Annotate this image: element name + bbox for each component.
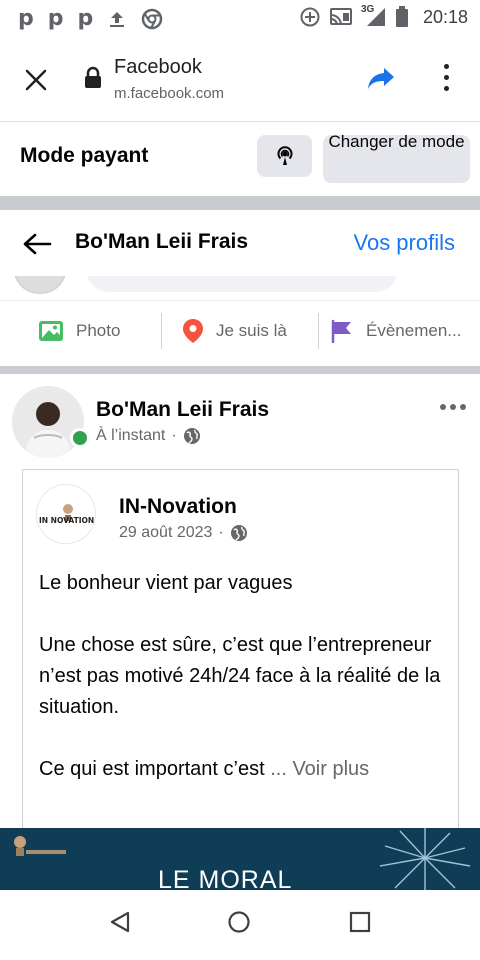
composer-actions: Photo Je suis là Évènemen...: [0, 300, 480, 360]
battery-icon: [395, 6, 408, 27]
dot-icon: [443, 86, 449, 91]
page-header: Bo'Man Leii Frais Vos profils: [0, 210, 480, 276]
overflow-menu-button[interactable]: [440, 64, 452, 96]
signal-indicator: 3G: [361, 4, 387, 28]
shared-post-card[interactable]: IN NOVATION IN-Novation 29 août 2023 · L…: [22, 469, 459, 829]
share-arrow-icon: [368, 68, 394, 89]
back-button[interactable]: [22, 232, 52, 261]
author-avatar[interactable]: [12, 386, 84, 458]
page-title: Bo'Man Leii Frais: [75, 230, 249, 253]
nav-recents-button[interactable]: [348, 910, 372, 939]
dot-icon: [443, 64, 449, 69]
location-pin-icon: [183, 319, 203, 343]
share-button[interactable]: [366, 66, 396, 97]
signal-icon: [366, 8, 385, 26]
shared-page-avatar[interactable]: IN NOVATION: [36, 484, 96, 544]
notification-p-icon: p: [77, 6, 94, 31]
dot-icon: [443, 75, 449, 80]
site-title: Facebook: [114, 56, 202, 78]
back-arrow-icon: [23, 233, 52, 255]
globe-icon: [183, 428, 200, 444]
system-navigation-bar: [0, 890, 480, 960]
globe-icon: [230, 525, 247, 541]
triangle-back-icon: [110, 911, 130, 933]
lock-icon[interactable]: [84, 66, 102, 95]
checkin-label: Je suis là: [216, 321, 287, 340]
post-paragraph: Une chose est sûre, c’est que l’entrepre…: [39, 634, 441, 718]
banner-logo-icon: [14, 836, 66, 856]
post-options-button[interactable]: [440, 404, 466, 410]
broadcast-icon: [277, 146, 292, 165]
your-profiles-link[interactable]: Vos profils: [354, 230, 456, 256]
post-time[interactable]: À l’instant: [96, 427, 165, 445]
flag-icon: [331, 319, 351, 343]
post-paragraph: Le bonheur vient par vagues: [39, 572, 293, 594]
close-icon: [25, 69, 47, 91]
notification-p-icon: p: [18, 6, 34, 31]
meta-separator: ·: [218, 524, 224, 541]
data-mode-bar: Mode payant Changer de mode: [0, 122, 480, 196]
post-author-name[interactable]: Bo'Man Leii Frais: [96, 398, 269, 422]
notification-p-icon: p: [47, 6, 64, 31]
status-bar: p p p 3G 20:18: [0, 0, 480, 36]
online-status-icon: [70, 428, 90, 448]
photo-icon: [39, 321, 63, 341]
circle-home-icon: [228, 911, 250, 933]
system-icons: 3G 20:18: [299, 4, 468, 28]
sunburst-icon: [379, 828, 471, 890]
section-divider: [0, 196, 480, 210]
post-image-banner[interactable]: LE MORAL: [0, 828, 480, 890]
photo-button[interactable]: Photo: [38, 313, 120, 349]
post-paragraph: Ce qui est important c’est: [39, 758, 265, 780]
notification-icons: p p p: [18, 6, 163, 31]
shared-post-text: Le bonheur vient par vagues Une chose es…: [39, 568, 449, 785]
divider: [318, 313, 319, 349]
site-url: m.facebook.com: [114, 85, 225, 102]
dot-icon: [450, 404, 456, 410]
composer-input[interactable]: [86, 276, 398, 292]
meta-separator: ·: [171, 427, 177, 444]
see-more-link[interactable]: ... Voir plus: [270, 758, 369, 780]
dot-icon: [460, 404, 466, 410]
profile-photo-icon: [12, 386, 84, 458]
upload-icon: [110, 11, 125, 27]
clock: 20:18: [422, 6, 468, 27]
event-label: Évènemen...: [366, 321, 462, 340]
composer-avatar[interactable]: [14, 276, 66, 294]
shared-post-meta: 29 août 2023 ·: [119, 524, 248, 542]
mode-title: Mode payant: [20, 144, 149, 167]
data-saver-icon: [300, 7, 320, 27]
banner-title: LE MORAL: [158, 866, 293, 890]
cast-icon: [329, 8, 352, 26]
post-paragraph-last: Ce qui est important c’est ... Voir plus: [39, 754, 449, 785]
square-recents-icon: [349, 911, 371, 933]
dot-icon: [440, 404, 446, 410]
custom-tab-toolbar: Facebook m.facebook.com: [0, 36, 480, 122]
composer-partial: [0, 276, 480, 298]
divider: [161, 313, 162, 349]
feed-post: Bo'Man Leii Frais À l’instant · IN NOVAT…: [0, 374, 480, 890]
nav-back-button[interactable]: [108, 910, 132, 939]
close-tab-button[interactable]: [22, 66, 50, 94]
mode-info-button[interactable]: [257, 135, 312, 177]
shared-post-date[interactable]: 29 août 2023: [119, 524, 212, 542]
nav-home-button[interactable]: [227, 910, 251, 939]
change-mode-button[interactable]: Changer de mode: [323, 135, 470, 183]
change-mode-label: Changer de mode: [328, 135, 465, 151]
innovation-logo: IN NOVATION: [37, 485, 95, 543]
shared-page-name[interactable]: IN-Novation: [119, 495, 237, 519]
post-meta: À l’instant ·: [96, 427, 201, 445]
event-button[interactable]: Évènemen...: [330, 313, 461, 349]
checkin-button[interactable]: Je suis là: [182, 313, 287, 349]
logo-text: IN NOVATION: [39, 516, 94, 525]
section-divider: [0, 366, 480, 374]
photo-label: Photo: [76, 321, 121, 340]
chrome-icon: [142, 8, 163, 29]
